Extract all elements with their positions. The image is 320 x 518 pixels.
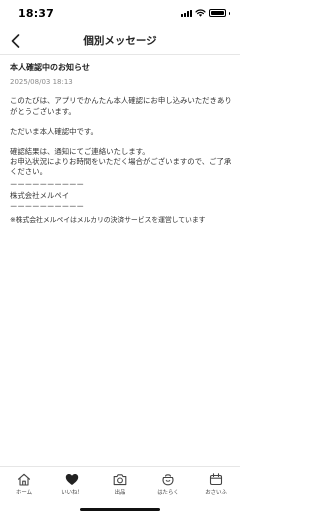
tab-sell[interactable]: 出品 xyxy=(96,473,144,496)
tab-label: 出品 xyxy=(114,490,126,496)
camera-icon xyxy=(113,474,127,486)
wallet-icon xyxy=(209,473,223,486)
text-divider: ーーーーーーーーーー xyxy=(10,179,84,189)
home-indicator[interactable] xyxy=(80,508,160,511)
status-icons xyxy=(180,9,230,17)
home-icon xyxy=(17,473,31,486)
tab-work[interactable]: はたらく xyxy=(144,473,192,496)
message-paragraph: ただいま本人確認中です。 xyxy=(10,126,98,136)
tab-label: おさいふ xyxy=(205,490,227,496)
heart-icon xyxy=(65,474,79,485)
message-content: 本人確認中のお知らせ 2025/08/03 18:13 このたびは、アプリでかん… xyxy=(10,63,234,225)
status-time: 18:37 xyxy=(18,7,55,20)
cellular-signal-icon xyxy=(180,9,192,17)
battery-cap xyxy=(228,11,230,15)
battery-icon xyxy=(208,9,226,17)
bag-icon xyxy=(162,474,174,486)
text-divider: ーーーーーーーーーー xyxy=(10,202,84,212)
tab-wallet[interactable]: おさいふ xyxy=(192,473,240,496)
tab-label: はたらく xyxy=(157,490,179,496)
status-bar: 18:37 xyxy=(0,0,240,28)
tab-bar: ホーム いいね！ 出品 はたらく おさいふ xyxy=(0,466,240,498)
tab-likes[interactable]: いいね！ xyxy=(48,473,96,496)
wifi-icon xyxy=(194,9,206,17)
page-title: 個別メッセージ xyxy=(83,35,157,47)
company-name: 株式会社メルペイ xyxy=(10,190,70,200)
tab-home[interactable]: ホーム xyxy=(0,473,48,496)
service-notice: ※株式会社メルペイはメルカリの決済サービスを運営しています xyxy=(10,216,206,225)
tab-label: ホーム xyxy=(15,490,32,496)
tab-label: いいね！ xyxy=(61,490,83,496)
message-title: 本人確認中のお知らせ xyxy=(10,63,90,72)
message-date: 2025/08/03 18:13 xyxy=(10,78,73,87)
message-paragraph: 確認結果は、通知にてご連絡いたします。 お申込状況によりお時間をいただく場合がご… xyxy=(10,147,232,177)
message-paragraph: このたびは、アプリでかんたん本人確認にお申し込みいただきありがとうございます。 xyxy=(10,96,232,116)
nav-header: 個別メッセージ xyxy=(0,28,240,55)
